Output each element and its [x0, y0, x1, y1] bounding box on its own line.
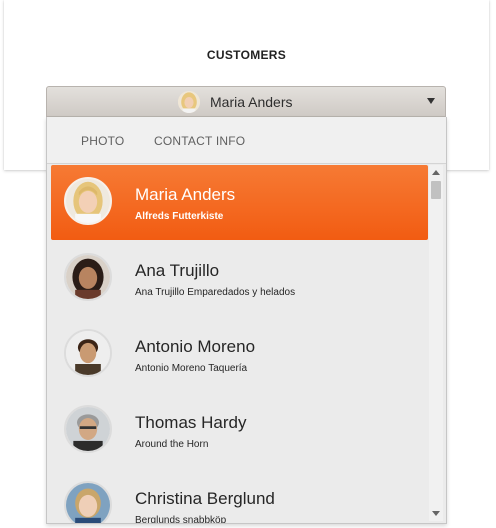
- selected-customer-name: Maria Anders: [210, 94, 293, 110]
- customer-name: Thomas Hardy: [135, 413, 247, 432]
- customer-company: Ana Trujillo Emparedados y helados: [135, 287, 296, 298]
- chevron-down-icon: [427, 98, 435, 104]
- scrollbar-thumb[interactable]: [431, 181, 441, 199]
- customer-name: Christina Berglund: [135, 489, 275, 508]
- customer-name: Antonio Moreno: [135, 337, 256, 356]
- page-title: CUSTOMERS: [206, 48, 287, 62]
- customer-list: Maria Anders Alfreds Futterkiste Ana Tru…: [51, 165, 428, 524]
- column-header-contact: CONTACT INFO: [154, 134, 246, 148]
- customer-company: Berglunds snabbköp: [135, 515, 227, 524]
- avatar: [64, 329, 112, 377]
- selected-customer-avatar-icon: [178, 91, 200, 113]
- list-item[interactable]: Ana Trujillo Ana Trujillo Emparedados y …: [51, 241, 428, 316]
- avatar: [64, 177, 112, 225]
- avatar: [64, 405, 112, 453]
- customer-dropdown[interactable]: Maria Anders: [46, 86, 446, 117]
- list-item[interactable]: Christina Berglund Berglunds snabbköp: [51, 469, 428, 524]
- list-header: PHOTO CONTACT INFO: [47, 117, 446, 164]
- customer-name: Ana Trujillo: [135, 261, 220, 280]
- avatar: [64, 253, 112, 301]
- scroll-down-arrow-icon[interactable]: [432, 511, 440, 516]
- list-scrollbar[interactable]: [429, 165, 443, 521]
- customer-popup: PHOTO CONTACT INFO Maria Anders Alfreds …: [46, 117, 447, 524]
- customer-company: Around the Horn: [135, 439, 209, 450]
- customer-company: Antonio Moreno Taquería: [135, 363, 248, 374]
- list-item[interactable]: Antonio Moreno Antonio Moreno Taquería: [51, 317, 428, 392]
- column-header-photo: PHOTO: [81, 134, 125, 148]
- list-item[interactable]: Maria Anders Alfreds Futterkiste: [51, 165, 428, 240]
- scroll-up-arrow-icon[interactable]: [432, 170, 440, 175]
- list-item[interactable]: Thomas Hardy Around the Horn: [51, 393, 428, 468]
- avatar: [64, 481, 112, 523]
- customer-name: Maria Anders: [135, 185, 236, 204]
- customer-company: Alfreds Futterkiste: [135, 211, 224, 222]
